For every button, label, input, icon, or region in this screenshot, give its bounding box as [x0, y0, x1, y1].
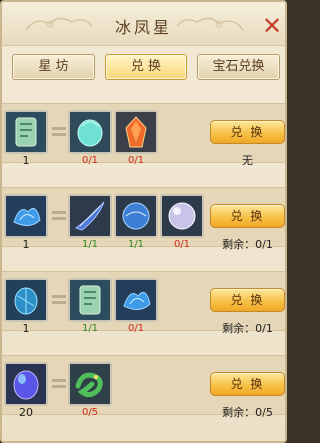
panel-title: 冰凤星	[114, 18, 172, 37]
equals-icon	[52, 379, 66, 389]
tab-exchange[interactable]: 兑 换	[105, 54, 187, 80]
purple-egg-icon[interactable]	[4, 362, 48, 406]
cyan-crystal-icon[interactable]	[68, 110, 112, 154]
equals-icon	[52, 211, 66, 221]
target-count: 20	[19, 406, 33, 419]
tab-gem-exchange[interactable]: 宝石兑换	[197, 54, 280, 80]
exchange-panel: 冰凤星 ✕ 星 坊 兑 换 宝石兑换 1 0/1 0/1 兑 换 无 1 1/1…	[0, 0, 287, 443]
pearl-orb-icon[interactable]	[160, 194, 204, 238]
remaining-text: 剩余：0/1	[222, 238, 273, 251]
target-count: 1	[22, 154, 30, 167]
close-icon[interactable]: ✕	[261, 14, 283, 38]
remaining-text: 剩余：0/1	[222, 322, 273, 335]
equals-icon	[52, 295, 66, 305]
target-count: 1	[22, 238, 30, 251]
blue-crystal-icon[interactable]	[4, 278, 48, 322]
tab-bar: 星 坊 兑 换 宝石兑换	[2, 54, 285, 82]
material-count: 0/5	[81, 407, 99, 418]
title-bar: 冰凤星 ✕	[2, 2, 285, 46]
tab-star-workshop[interactable]: 星 坊	[12, 54, 95, 80]
blue-orb-icon[interactable]	[114, 194, 158, 238]
material-count: 0/1	[173, 239, 191, 250]
jade-tablet-icon[interactable]	[4, 110, 48, 154]
material-count: 1/1	[81, 239, 99, 250]
remaining-text: 无	[242, 154, 253, 167]
exchange-button[interactable]: 兑 换	[210, 204, 285, 228]
target-count: 1	[22, 322, 30, 335]
material-count: 1/1	[81, 323, 99, 334]
remaining-text: 剩余：0/5	[222, 406, 273, 419]
material-count: 0/1	[127, 155, 145, 166]
exchange-button[interactable]: 兑 换	[210, 120, 285, 144]
green-dragon-icon[interactable]	[68, 362, 112, 406]
material-count: 0/1	[81, 155, 99, 166]
exchange-button[interactable]: 兑 换	[210, 288, 285, 312]
blue-feather-icon[interactable]	[68, 194, 112, 238]
material-count: 1/1	[127, 239, 145, 250]
material-count: 0/1	[127, 323, 145, 334]
blue-flame-icon[interactable]	[4, 194, 48, 238]
equals-icon	[52, 127, 66, 137]
blue-flame-icon[interactable]	[114, 278, 158, 322]
jade-tablet-icon[interactable]	[68, 278, 112, 322]
red-gem-icon[interactable]	[114, 110, 158, 154]
exchange-button[interactable]: 兑 换	[210, 372, 285, 396]
